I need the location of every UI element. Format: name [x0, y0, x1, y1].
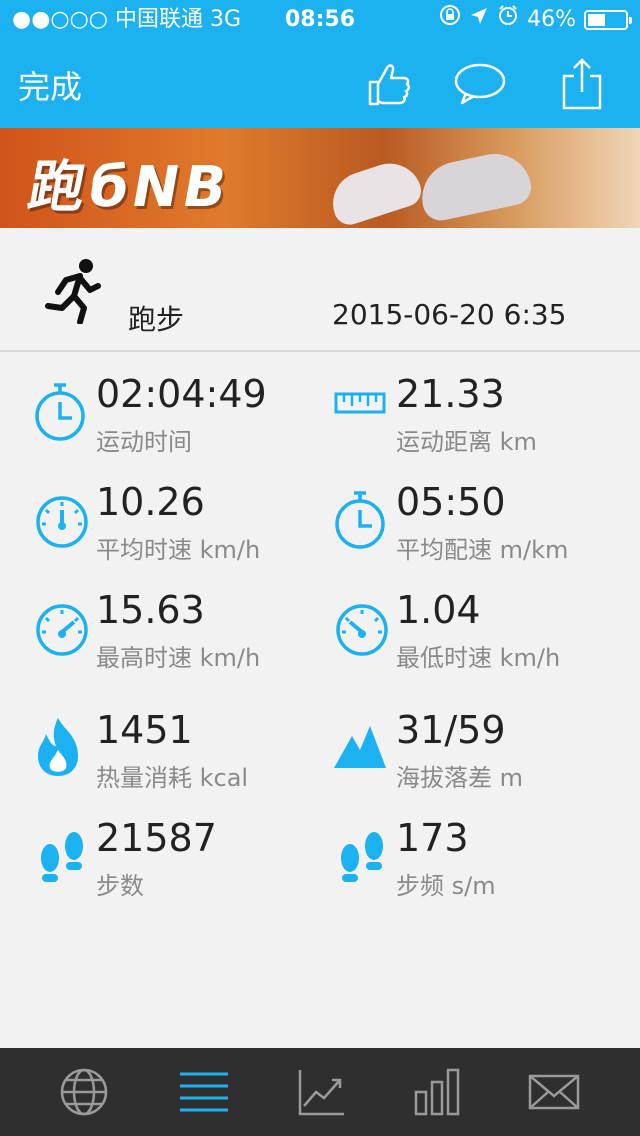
battery-fill [588, 14, 605, 26]
globe-icon[interactable] [58, 1066, 110, 1118]
stat-max-speed: 15.63 最高时速 km/h [34, 588, 334, 678]
promo-banner[interactable]: 跑бΝΒ [0, 128, 640, 228]
bar-chart-icon[interactable] [412, 1066, 464, 1118]
stat-label: 平均时速 km/h [96, 536, 261, 564]
flame-icon [34, 716, 90, 778]
speedometer-high-icon [34, 596, 90, 658]
stat-label: 最低时速 km/h [396, 644, 561, 672]
navbar: 完成 [0, 40, 640, 128]
banner-shoe [415, 147, 535, 224]
stat-distance: 21.33 运动距离 km [334, 372, 634, 462]
stat-label: 平均配速 m/km [396, 536, 569, 564]
stat-label: 热量消耗 kcal [96, 764, 249, 792]
stopwatch-icon [334, 488, 390, 550]
stat-min-speed: 1.04 最低时速 km/h [334, 588, 634, 678]
rotation-lock-icon [439, 0, 461, 40]
ruler-icon [334, 380, 390, 442]
activity-datetime: 2015-06-20 6:35 [332, 298, 567, 331]
stat-value: 02:04:49 [96, 372, 267, 416]
footprints-icon [34, 824, 90, 886]
stat-value: 10.26 [96, 480, 205, 524]
stat-value: 1.04 [396, 588, 481, 632]
speedometer-low-icon [334, 596, 390, 658]
stat-cadence: 173 步频 s/m [334, 816, 634, 906]
stat-calories: 1451 热量消耗 kcal [34, 708, 334, 798]
activity-type: 跑步 [128, 303, 185, 336]
stat-value: 15.63 [96, 588, 205, 632]
status-right: 46% [439, 0, 632, 40]
stat-steps: 21587 步数 [34, 816, 334, 906]
stopwatch-icon [34, 380, 90, 442]
tab-bar [0, 1048, 640, 1136]
stat-avg-pace: 05:50 平均配速 m/km [334, 480, 634, 570]
banner-title: 跑бΝΒ [23, 155, 236, 220]
stat-value: 21.33 [396, 372, 505, 416]
stat-label: 运动时间 [96, 428, 192, 456]
banner-shoe [324, 155, 426, 228]
activity-summary: 跑步 2015-06-20 6:35 [0, 228, 640, 352]
stat-duration: 02:04:49 运动时间 [34, 372, 334, 462]
trend-chart-icon[interactable] [296, 1066, 348, 1118]
stat-label: 步频 s/m [396, 872, 496, 900]
runner-icon [42, 258, 102, 325]
status-bar: ●●○○○ 中国联通 3G 08:56 46% [0, 0, 640, 40]
stat-altitude: 31/59 海拔落差 m [334, 708, 634, 798]
battery-percent: 46% [527, 7, 576, 32]
stat-value: 173 [396, 816, 469, 860]
footprints-icon [334, 824, 390, 886]
speedometer-icon [34, 488, 90, 550]
mail-icon[interactable] [528, 1066, 580, 1118]
stat-value: 1451 [96, 708, 193, 752]
stat-label: 步数 [96, 872, 144, 900]
mountain-icon [334, 716, 390, 778]
location-icon [469, 0, 489, 40]
header: ●●○○○ 中国联通 3G 08:56 46% 完成 [0, 0, 640, 128]
stat-value: 31/59 [396, 708, 506, 752]
stat-value: 05:50 [396, 480, 506, 524]
like-icon[interactable] [360, 56, 416, 112]
alarm-icon [497, 0, 519, 40]
stat-label: 运动距离 km [396, 428, 537, 456]
battery-icon [584, 10, 632, 30]
list-icon[interactable] [178, 1066, 230, 1118]
stat-label: 最高时速 km/h [96, 644, 261, 672]
comment-icon[interactable] [452, 56, 508, 112]
stat-label: 海拔落差 m [396, 764, 524, 792]
done-button[interactable]: 完成 [18, 62, 82, 108]
stat-value: 21587 [96, 816, 217, 860]
share-icon[interactable] [554, 56, 610, 112]
stat-avg-speed: 10.26 平均时速 km/h [34, 480, 334, 570]
